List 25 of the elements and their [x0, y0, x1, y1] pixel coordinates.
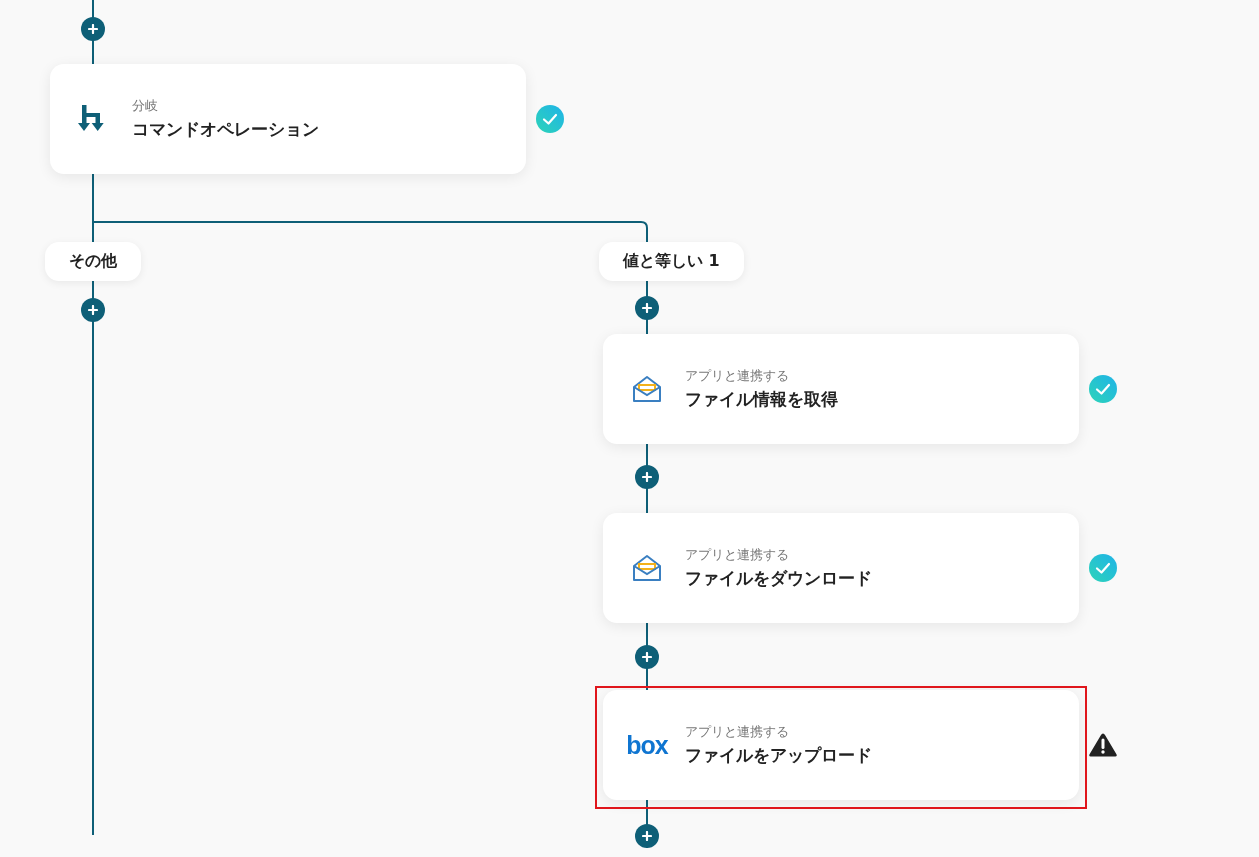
step-category: アプリと連携する: [685, 723, 790, 741]
plus-icon: [642, 831, 652, 841]
envelope-icon: [632, 375, 662, 403]
step-category: 分岐: [132, 97, 159, 115]
add-step-button[interactable]: [635, 824, 659, 848]
plus-icon: [88, 24, 98, 34]
box-logo: box: [626, 730, 668, 760]
add-step-button[interactable]: [635, 296, 659, 320]
add-step-button[interactable]: [635, 645, 659, 669]
branch-label[interactable]: 値と等しい 1: [599, 242, 744, 281]
plus-icon: [642, 303, 652, 313]
plus-icon: [642, 472, 652, 482]
add-step-button[interactable]: [635, 465, 659, 489]
step-title: ファイルをアップロード: [685, 744, 872, 767]
step-category: アプリと連携する: [685, 367, 790, 385]
add-step-button[interactable]: [81, 298, 105, 322]
step-title: ファイル情報を取得: [685, 388, 838, 411]
step-title: コマンドオペレーション: [132, 118, 319, 141]
add-step-button[interactable]: [81, 17, 105, 41]
step-category: アプリと連携する: [685, 546, 790, 564]
envelope-icon: [632, 554, 662, 582]
plus-icon: [88, 305, 98, 315]
plus-icon: [642, 652, 652, 662]
branch-label[interactable]: その他: [45, 242, 141, 281]
step-title: ファイルをダウンロード: [685, 567, 872, 590]
